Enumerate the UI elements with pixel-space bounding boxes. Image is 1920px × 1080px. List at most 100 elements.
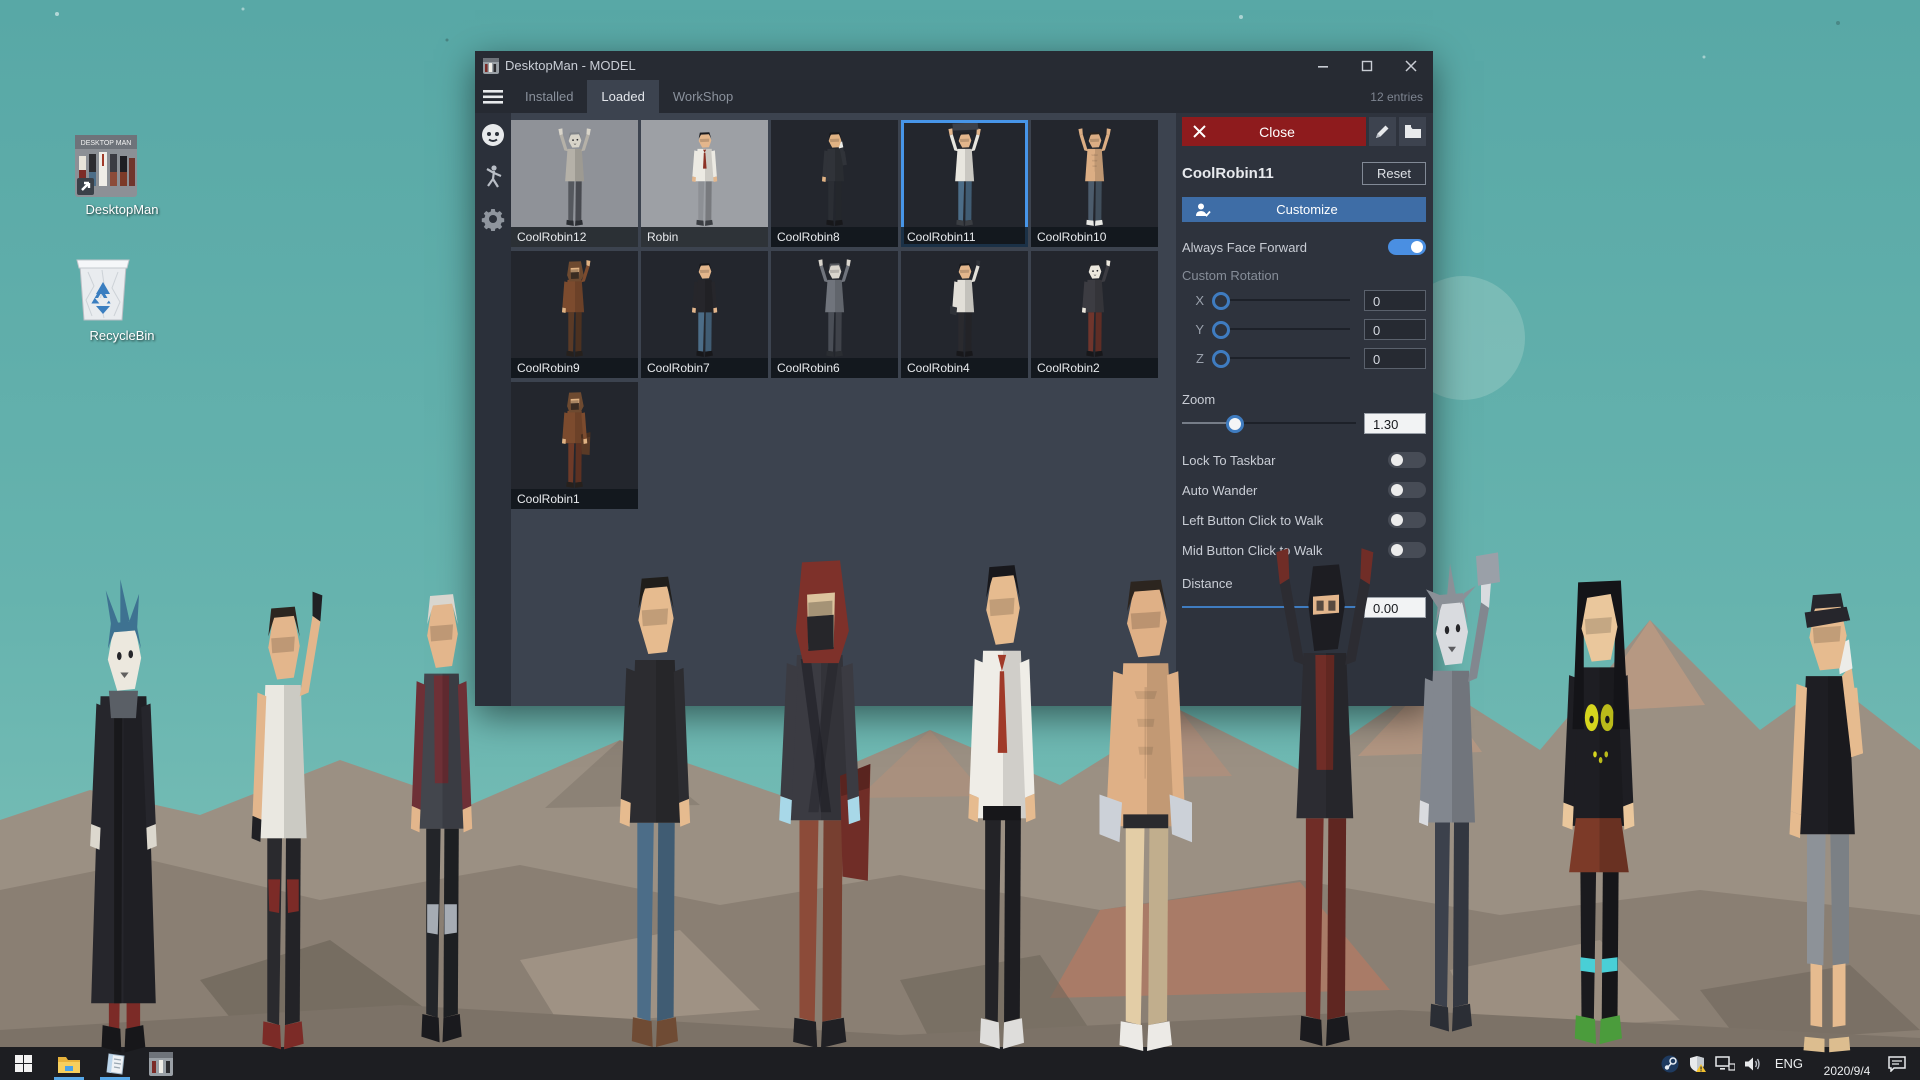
rotation-y-row: Y 0 <box>1182 317 1426 341</box>
zoom-slider[interactable] <box>1182 411 1356 435</box>
character-1[interactable] <box>62 572 187 1058</box>
customize-person-icon <box>1188 203 1218 217</box>
model-tile-coolrobin9[interactable]: CoolRobin9 <box>511 251 638 378</box>
rotation-z-slider[interactable] <box>1212 346 1356 370</box>
character-5[interactable] <box>745 518 897 1054</box>
model-tile-coolrobin4[interactable]: CoolRobin4 <box>901 251 1028 378</box>
folder-button[interactable] <box>1399 117 1426 146</box>
rotation-y-slider[interactable] <box>1212 317 1356 341</box>
character-8[interactable] <box>1255 516 1397 1052</box>
lock-to-taskbar-label: Lock To Taskbar <box>1182 453 1275 468</box>
model-thumbnail <box>1031 251 1158 358</box>
recycle-bin-icon <box>74 256 170 324</box>
gear-icon[interactable] <box>479 205 507 233</box>
network-tray-icon[interactable] <box>1715 1056 1735 1072</box>
rotation-x-slider[interactable] <box>1212 288 1356 312</box>
tab-workshop[interactable]: WorkShop <box>659 80 747 113</box>
entries-count: 12 entries <box>1370 80 1433 113</box>
tab-loaded[interactable]: Loaded <box>587 80 658 113</box>
model-thumbnail <box>511 251 638 358</box>
character-2[interactable] <box>225 558 343 1055</box>
character-11[interactable] <box>1758 545 1898 1058</box>
language-indicator[interactable]: ENG <box>1772 1056 1806 1071</box>
customize-button[interactable]: Customize <box>1182 197 1426 222</box>
model-thumbnail <box>901 251 1028 358</box>
model-tile-coolrobin2[interactable]: CoolRobin2 <box>1031 251 1158 378</box>
model-thumbnail <box>771 251 898 358</box>
close-window-button[interactable] <box>1389 51 1433 80</box>
rotation-z-value[interactable]: 0 <box>1364 348 1426 369</box>
custom-rotation-label: Custom Rotation <box>1182 268 1426 283</box>
face-icon[interactable] <box>479 121 507 149</box>
reset-button[interactable]: Reset <box>1362 162 1426 185</box>
model-tile-label: CoolRobin1 <box>511 489 638 509</box>
lock-to-taskbar-toggle[interactable] <box>1388 452 1426 468</box>
close-button-label: Close <box>1216 124 1338 140</box>
rotation-x-value[interactable]: 0 <box>1364 290 1426 311</box>
axis-y-label: Y <box>1182 322 1204 337</box>
window-app-icon <box>483 58 499 74</box>
model-tile-label: CoolRobin12 <box>511 227 638 247</box>
character-10[interactable] <box>1532 536 1667 1050</box>
minimize-button[interactable] <box>1301 51 1345 80</box>
rotation-x-row: X 0 <box>1182 288 1426 312</box>
svg-text:DESKTOP MAN: DESKTOP MAN <box>81 140 132 147</box>
model-tile-label: CoolRobin9 <box>511 358 638 378</box>
desktop-icon-desktopman[interactable]: DESKTOP MAN DesktopMan <box>74 134 170 217</box>
model-tile-label: CoolRobin6 <box>771 358 898 378</box>
tab-installed[interactable]: Installed <box>511 80 587 113</box>
model-tile-coolrobin1[interactable]: CoolRobin1 <box>511 382 638 509</box>
rotation-y-value[interactable]: 0 <box>1364 319 1426 340</box>
model-tile-coolrobin11[interactable]: CoolRobin11 <box>901 120 1028 247</box>
maximize-button[interactable] <box>1345 51 1389 80</box>
model-tile-label: CoolRobin7 <box>641 358 768 378</box>
zoom-row: 1.30 <box>1182 411 1426 435</box>
desktopman-app-icon: DESKTOP MAN <box>74 134 170 198</box>
always-face-forward-label: Always Face Forward <box>1182 240 1307 255</box>
model-tile-robin[interactable]: Robin <box>641 120 768 247</box>
model-tile-coolrobin8[interactable]: CoolRobin8 <box>771 120 898 247</box>
model-thumbnail <box>1031 120 1158 227</box>
model-tile-label: CoolRobin10 <box>1031 227 1158 247</box>
model-thumbnail <box>511 120 638 227</box>
desktop: DESKTOP MAN DesktopMan <box>0 0 1920 1080</box>
character-7[interactable] <box>1072 528 1222 1057</box>
defender-tray-icon[interactable] <box>1688 1055 1706 1073</box>
auto-wander-label: Auto Wander <box>1182 483 1257 498</box>
character-3[interactable] <box>385 545 500 1048</box>
always-face-forward-toggle[interactable] <box>1388 239 1426 255</box>
model-thumbnail <box>641 120 768 227</box>
model-tile-coolrobin7[interactable]: CoolRobin7 <box>641 251 768 378</box>
model-tile-label: Robin <box>641 227 768 247</box>
model-tile-label: CoolRobin8 <box>771 227 898 247</box>
model-name: CoolRobin11 <box>1182 165 1274 182</box>
model-thumbnail <box>641 251 768 358</box>
desktop-icon-recyclebin[interactable]: RecycleBin <box>74 256 170 343</box>
character-6[interactable] <box>940 512 1066 1055</box>
window-titlebar[interactable]: DesktopMan - MODEL <box>475 51 1433 80</box>
model-tile-label: CoolRobin11 <box>901 227 1028 247</box>
steam-tray-icon[interactable] <box>1661 1055 1679 1073</box>
dancer-icon[interactable] <box>479 163 507 191</box>
clock-date: 2020/9/4 <box>1815 1064 1879 1078</box>
close-model-button[interactable]: Close <box>1182 117 1366 146</box>
edit-pencil-button[interactable] <box>1369 117 1396 146</box>
tab-bar: Installed Loaded WorkShop 12 entries <box>475 80 1433 113</box>
character-9[interactable] <box>1392 545 1512 1037</box>
model-thumbnail <box>771 120 898 227</box>
window-title: DesktopMan - MODEL <box>505 58 1301 73</box>
close-x-icon <box>1182 125 1216 138</box>
start-button[interactable] <box>0 1047 46 1080</box>
model-tile-coolrobin12[interactable]: CoolRobin12 <box>511 120 638 247</box>
auto-wander-toggle[interactable] <box>1388 482 1426 498</box>
axis-x-label: X <box>1182 293 1204 308</box>
model-tile-coolrobin10[interactable]: CoolRobin10 <box>1031 120 1158 247</box>
desktop-icon-label: RecycleBin <box>74 328 170 343</box>
character-4[interactable] <box>590 525 722 1053</box>
desktop-icon-label: DesktopMan <box>74 202 170 217</box>
zoom-label: Zoom <box>1182 392 1426 407</box>
zoom-value[interactable]: 1.30 <box>1364 413 1426 434</box>
menu-hamburger-icon[interactable] <box>475 80 511 113</box>
model-tile-coolrobin6[interactable]: CoolRobin6 <box>771 251 898 378</box>
customize-label: Customize <box>1218 202 1396 217</box>
